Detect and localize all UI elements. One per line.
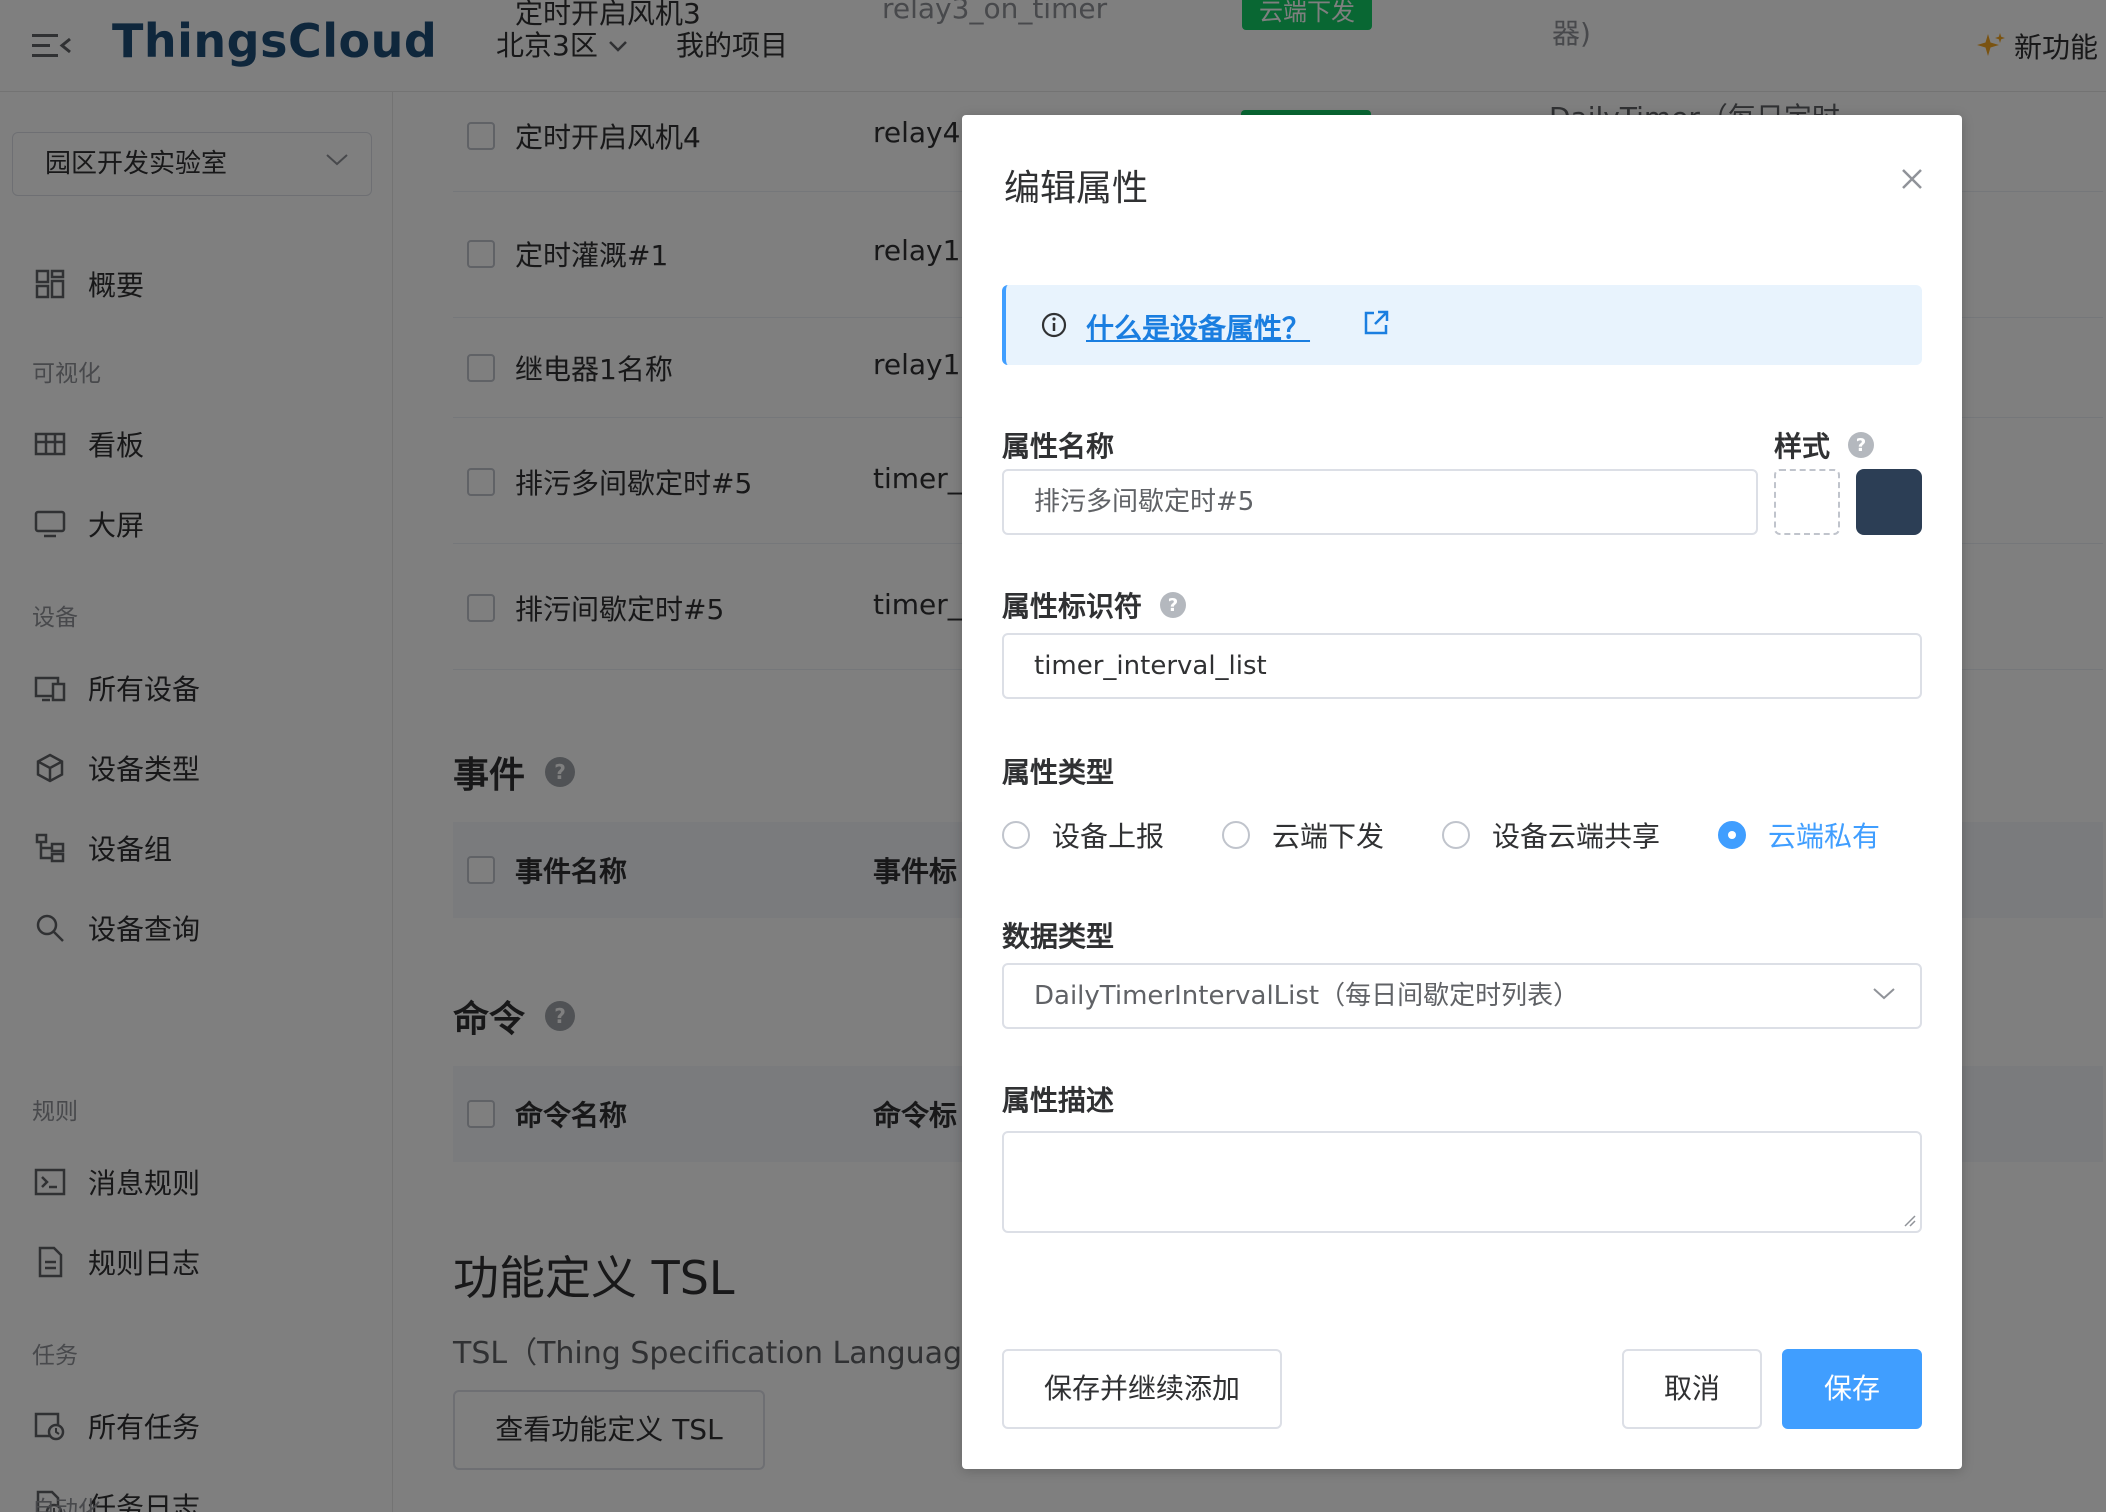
save-button[interactable]: 保存: [1782, 1349, 1922, 1429]
name-label: 属性名称: [1002, 425, 1114, 465]
close-icon[interactable]: [1900, 167, 1924, 191]
radio-device-report[interactable]: 设备上报: [1002, 815, 1164, 855]
type-label-text: 属性类型: [1002, 756, 1115, 789]
what-is-property-link[interactable]: 什么是设备属性？: [1086, 307, 1310, 347]
style-label: 样式 ?: [1774, 425, 1875, 465]
ident-label: 属性标识符 ?: [1002, 585, 1187, 625]
desc-label: 属性描述: [1002, 1079, 1114, 1119]
external-link-icon[interactable]: [1362, 309, 1390, 337]
radio-cloud-send[interactable]: 云端下发: [1222, 815, 1384, 855]
property-identifier-input[interactable]: timer_interval_list: [1002, 633, 1922, 699]
cancel-button[interactable]: 取消: [1622, 1349, 1762, 1429]
datatype-label: 数据类型: [1002, 915, 1114, 955]
radio-dot: [1718, 821, 1746, 849]
desc-label-text: 属性描述: [1002, 1084, 1115, 1117]
radio-label: 设备云端共享: [1492, 820, 1661, 853]
data-type-value: DailyTimerIntervalList（每日间歇定时列表）: [1034, 981, 1580, 1011]
property-name-input[interactable]: 排污多间歇定时#5: [1002, 469, 1758, 535]
chevron-down-icon: [1873, 988, 1895, 1000]
info-alert: 什么是设备属性？: [1002, 285, 1922, 365]
style-option-none[interactable]: [1774, 469, 1840, 535]
name-label-text: 属性名称: [1002, 430, 1115, 463]
style-label-text: 样式: [1774, 430, 1831, 463]
datatype-label-text: 数据类型: [1002, 920, 1115, 953]
save-and-continue-button[interactable]: 保存并继续添加: [1002, 1349, 1282, 1429]
property-description-textarea[interactable]: [1002, 1131, 1922, 1233]
radio-dot: [1002, 821, 1030, 849]
info-icon: [1041, 312, 1067, 338]
ident-label-text: 属性标识符: [1002, 590, 1143, 623]
radio-cloud-private[interactable]: 云端私有: [1718, 815, 1880, 855]
help-icon[interactable]: ?: [1848, 432, 1875, 458]
resize-handle-icon[interactable]: [1902, 1213, 1916, 1227]
data-type-select[interactable]: DailyTimerIntervalList（每日间歇定时列表）: [1002, 963, 1922, 1029]
radio-shared[interactable]: 设备云端共享: [1442, 815, 1660, 855]
radio-dot: [1442, 821, 1470, 849]
style-option-dark[interactable]: [1856, 469, 1922, 535]
edit-property-dialog: 编辑属性 什么是设备属性？ 属性名称 样式 ? 排污多间歇定时#5 属性标识符 …: [962, 115, 1962, 1469]
type-label: 属性类型: [1002, 751, 1114, 791]
help-icon[interactable]: ?: [1160, 592, 1187, 618]
radio-label: 设备上报: [1052, 820, 1165, 853]
property-type-radio-group: 设备上报 云端下发 设备云端共享 云端私有: [1002, 815, 1922, 855]
radio-dot: [1222, 821, 1250, 849]
radio-label: 云端私有: [1768, 820, 1881, 853]
dialog-title: 编辑属性: [1004, 168, 1149, 209]
radio-label: 云端下发: [1272, 820, 1385, 853]
